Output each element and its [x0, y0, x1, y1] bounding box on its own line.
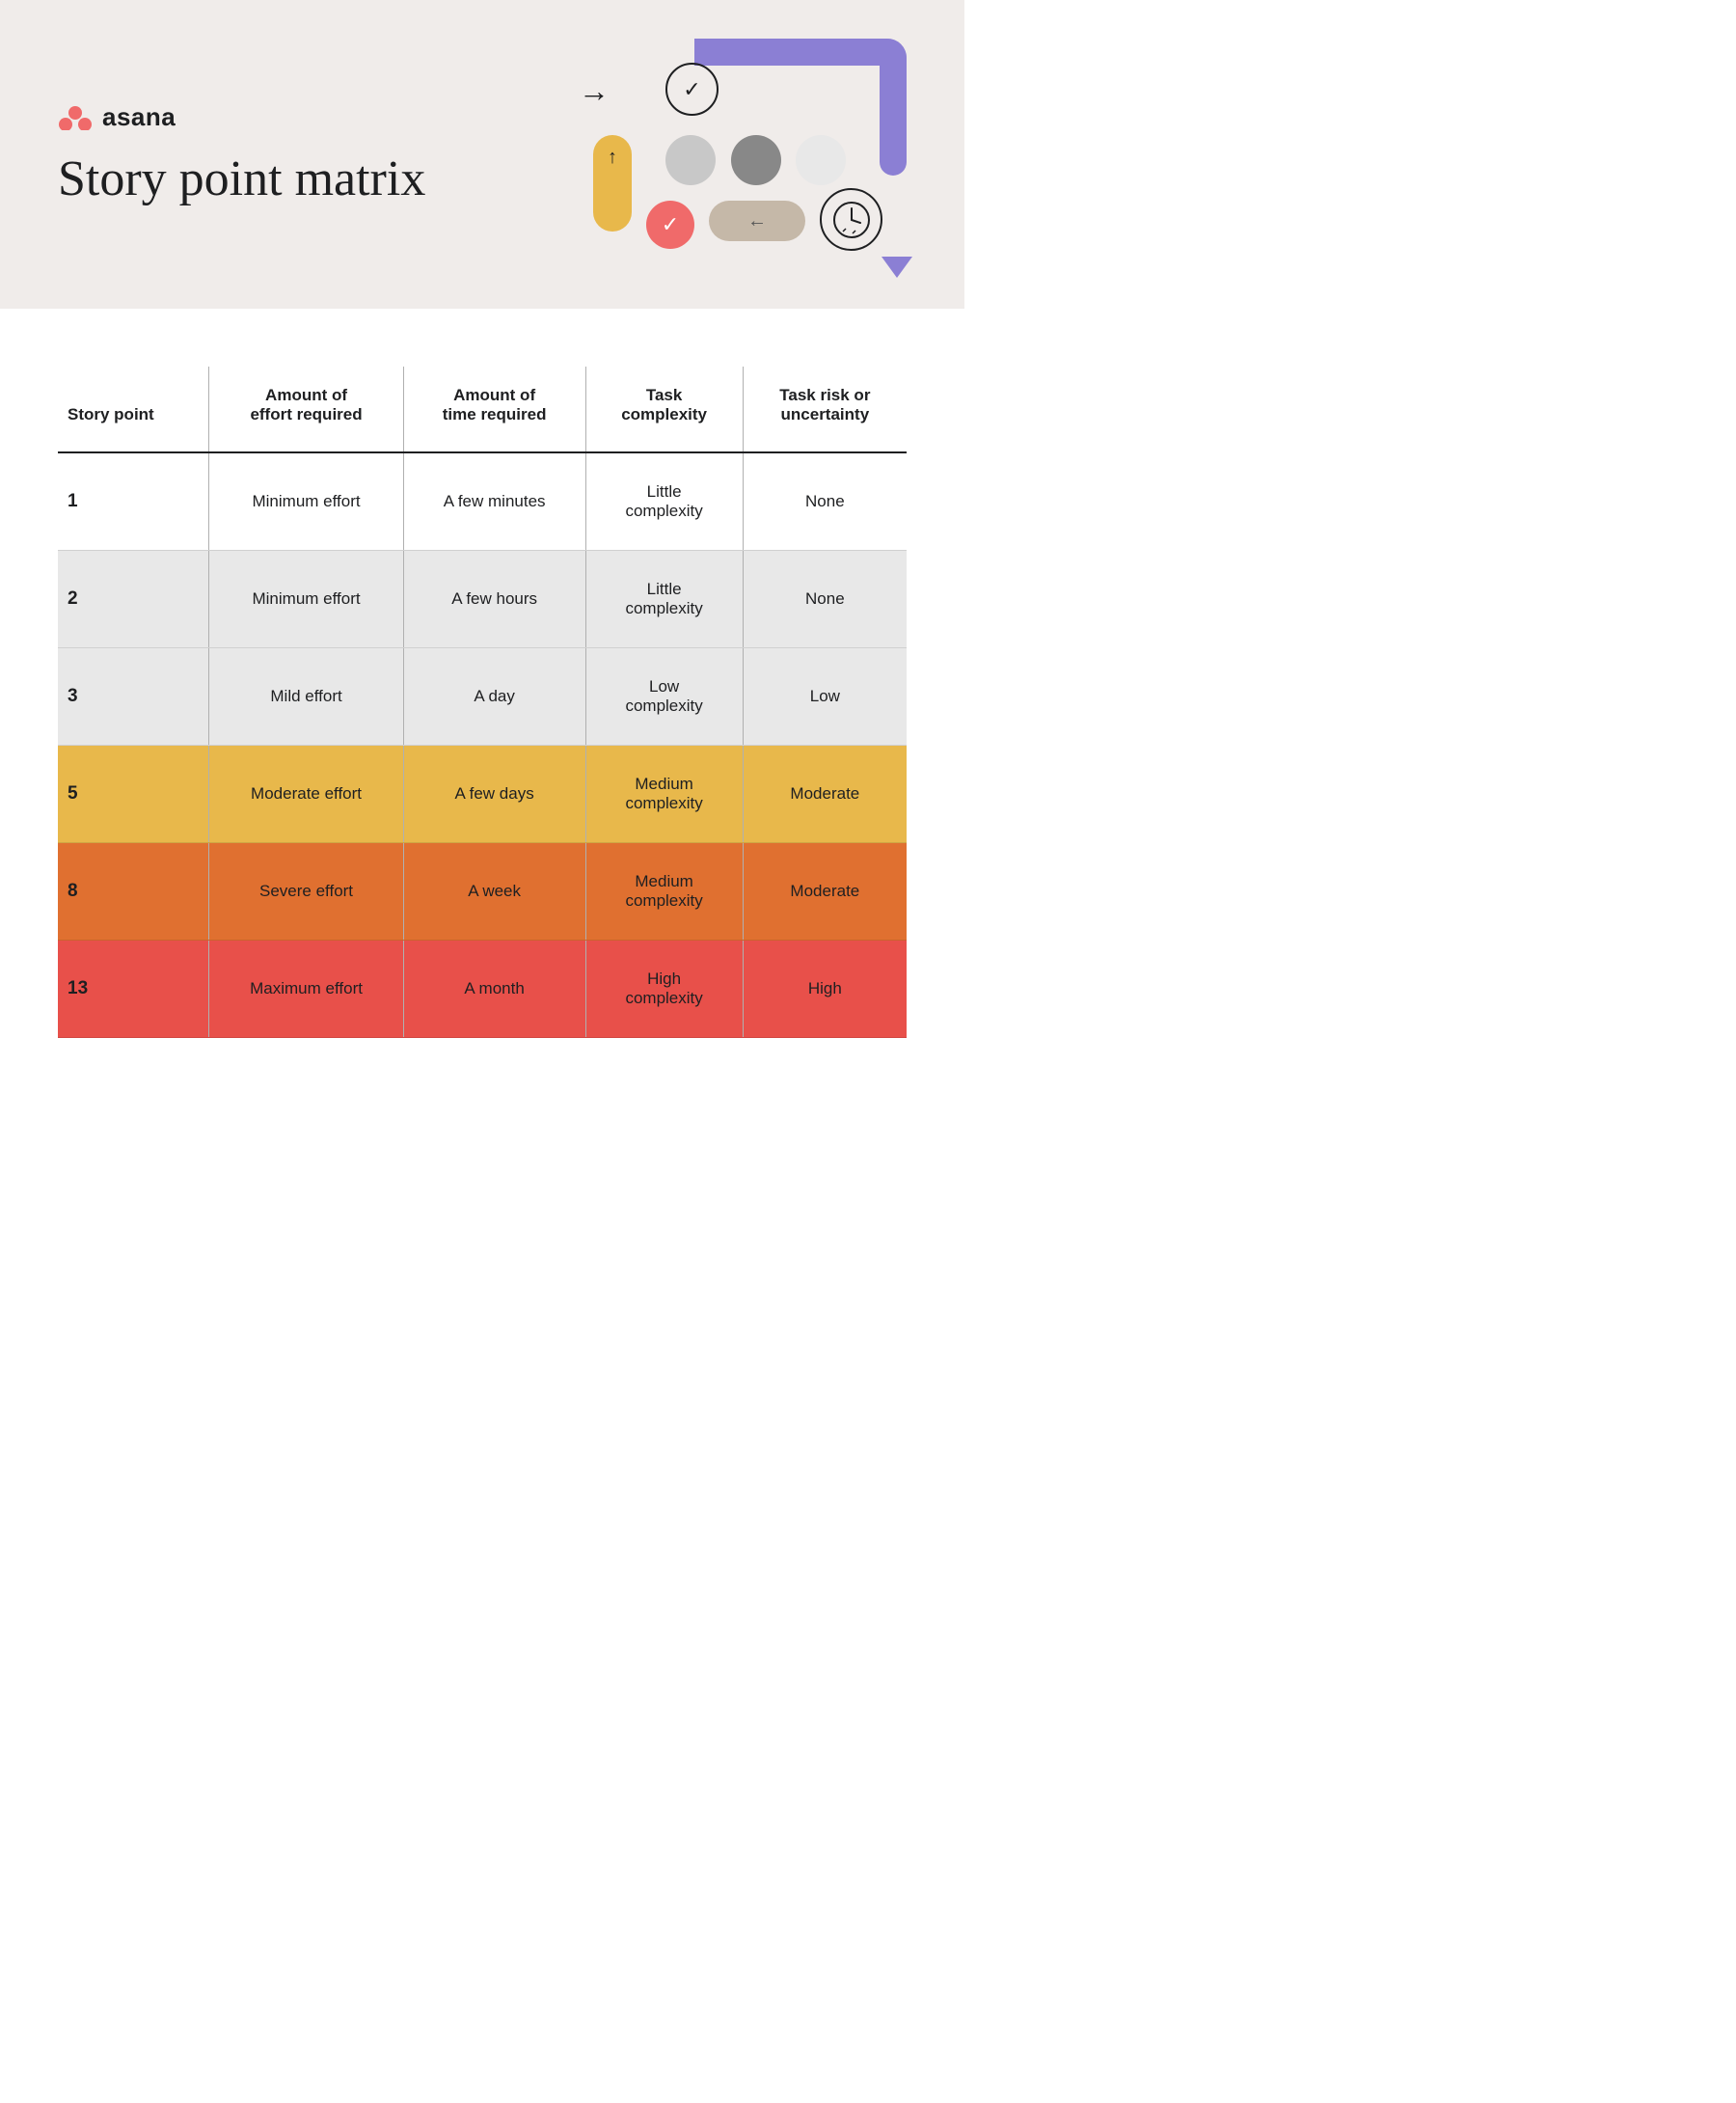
purple-path-arrow — [882, 257, 912, 278]
col-header-complexity: Taskcomplexity — [585, 367, 743, 452]
cell-risk: Moderate — [743, 746, 907, 843]
cell-effort: Minimum effort — [209, 551, 403, 648]
cell-story_point: 8 — [58, 843, 209, 941]
cell-risk: None — [743, 452, 907, 551]
table-row: 8Severe effortA weekMediumcomplexityMode… — [58, 843, 907, 941]
clock-icon — [820, 188, 882, 251]
cell-complexity: Lowcomplexity — [585, 648, 743, 746]
logo-text: asana — [102, 102, 176, 132]
cell-time: A day — [403, 648, 585, 746]
cell-time: A week — [403, 843, 585, 941]
asana-logo-icon — [58, 103, 93, 130]
page-title: Story point matrix — [58, 151, 425, 206]
story-point-matrix-table: Story point Amount ofeffort required Amo… — [58, 367, 907, 1038]
gray-circle-dark — [731, 135, 781, 185]
table-row: 2Minimum effortA few hoursLittlecomplexi… — [58, 551, 907, 648]
col-header-risk: Task risk oruncertainty — [743, 367, 907, 452]
cell-story_point: 13 — [58, 941, 209, 1038]
header-left: asana Story point matrix — [58, 102, 425, 206]
cell-time: A month — [403, 941, 585, 1038]
cell-complexity: Highcomplexity — [585, 941, 743, 1038]
cell-time: A few days — [403, 746, 585, 843]
arrow-right-icon: → — [579, 73, 610, 109]
logo: asana — [58, 102, 425, 132]
cell-risk: High — [743, 941, 907, 1038]
cell-effort: Moderate effort — [209, 746, 403, 843]
col-header-effort: Amount ofeffort required — [209, 367, 403, 452]
cell-time: A few minutes — [403, 452, 585, 551]
gold-pill: ↑ — [593, 135, 632, 232]
table-header-row: Story point Amount ofeffort required Amo… — [58, 367, 907, 452]
cell-story_point: 1 — [58, 452, 209, 551]
cell-complexity: Mediumcomplexity — [585, 746, 743, 843]
cell-risk: Moderate — [743, 843, 907, 941]
cell-complexity: Littlecomplexity — [585, 452, 743, 551]
purple-path-horizontal — [694, 39, 907, 145]
table-row: 13Maximum effortA monthHighcomplexityHig… — [58, 941, 907, 1038]
table-row: 5Moderate effortA few daysMediumcomplexi… — [58, 746, 907, 843]
main-content: Story point Amount ofeffort required Amo… — [0, 309, 964, 1096]
header-illustration: → ✓ ↑ ✓ ← — [540, 39, 907, 270]
cell-effort: Maximum effort — [209, 941, 403, 1038]
header-section: asana Story point matrix → ✓ ↑ ✓ ← — [0, 0, 964, 309]
table-row: 1Minimum effortA few minutesLittlecomple… — [58, 452, 907, 551]
gray-circle-white — [796, 135, 846, 185]
cell-risk: None — [743, 551, 907, 648]
red-check-icon: ✓ — [646, 201, 694, 249]
col-header-story-point: Story point — [58, 367, 209, 452]
gray-circle-light — [665, 135, 716, 185]
purple-path-vertical — [880, 118, 907, 176]
circle-check-icon: ✓ — [665, 63, 719, 116]
cell-time: A few hours — [403, 551, 585, 648]
cell-complexity: Littlecomplexity — [585, 551, 743, 648]
col-header-time: Amount oftime required — [403, 367, 585, 452]
cell-effort: Severe effort — [209, 843, 403, 941]
cell-risk: Low — [743, 648, 907, 746]
cell-effort: Minimum effort — [209, 452, 403, 551]
cell-story_point: 2 — [58, 551, 209, 648]
table-row: 3Mild effortA dayLowcomplexityLow — [58, 648, 907, 746]
cell-story_point: 5 — [58, 746, 209, 843]
cell-story_point: 3 — [58, 648, 209, 746]
cell-complexity: Mediumcomplexity — [585, 843, 743, 941]
stone-pill-left-arrow: ← — [709, 201, 805, 241]
cell-effort: Mild effort — [209, 648, 403, 746]
